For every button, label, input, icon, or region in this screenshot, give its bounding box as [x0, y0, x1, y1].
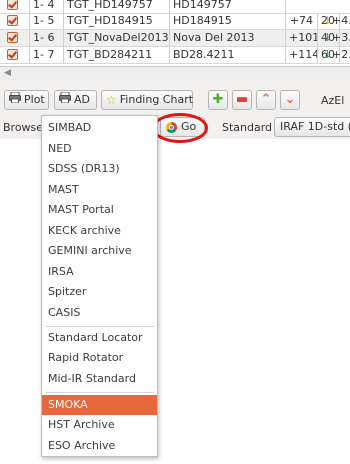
scroll-left-icon[interactable]: ◀: [4, 68, 11, 78]
check-icon: [7, 49, 18, 60]
move-up-button[interactable]: ⌃: [256, 90, 276, 110]
check-icon: [7, 0, 18, 10]
menu-item-keck-archive[interactable]: KECK archive: [42, 221, 157, 241]
standard-label: Standard: [222, 121, 273, 134]
row-number: 1- 5: [30, 13, 64, 29]
highlight-circle: [152, 113, 208, 143]
menu-item-mast-portal[interactable]: MAST Portal: [42, 200, 157, 220]
menu-item-hst-archive[interactable]: HST Archive: [42, 415, 157, 435]
printer-icon: [9, 91, 21, 109]
ad-button[interactable]: AD: [54, 90, 97, 110]
table-row[interactable]: 1- 7 TGT_BD284211 BD28.4211 +114 60 ↓ +2…: [0, 47, 350, 64]
menu-item-mast[interactable]: MAST: [42, 180, 157, 200]
chevron-up-icon: ⌃: [260, 92, 272, 107]
standard-select[interactable]: IRAF 1D-std (sp: [274, 117, 350, 137]
row-checkbox[interactable]: [0, 13, 30, 29]
browse-label: Browse: [3, 121, 44, 134]
menu-item-gemini-archive[interactable]: GEMINI archive: [42, 241, 157, 261]
browse-dropdown-menu: SIMBAD NED SDSS (DR13) MAST MAST Portal …: [41, 115, 158, 457]
menu-item-irsa[interactable]: IRSA: [42, 262, 157, 282]
object-name: HD149757: [170, 0, 286, 13]
target-name: TGT_HD149757: [64, 0, 170, 13]
menu-item-smoka[interactable]: SMOKA: [42, 395, 157, 415]
row-number: 1- 7: [30, 47, 64, 63]
row-checkbox[interactable]: [0, 30, 30, 46]
extra-value: +3.: [332, 31, 350, 44]
down-arrow-icon: ↓: [323, 48, 333, 61]
row-number: 1- 4: [30, 0, 64, 13]
row-number: 1- 6: [30, 30, 64, 46]
object-name: Nova Del 2013: [170, 30, 286, 46]
extra-value: +4.: [332, 14, 350, 27]
row-checkbox[interactable]: [0, 47, 30, 63]
menu-separator: [46, 392, 154, 393]
plot-button[interactable]: Plot: [4, 90, 49, 110]
finding-chart-button[interactable]: ☆ Finding Chart: [101, 90, 193, 110]
target-name: TGT_HD184915: [64, 13, 170, 29]
azel-label: AzEl: [321, 94, 345, 107]
object-name: HD184915: [170, 13, 286, 29]
table-row[interactable]: 1- 4 TGT_HD149757 HD149757: [0, 0, 350, 14]
row-checkbox[interactable]: [0, 0, 30, 13]
object-name: BD28.4211: [170, 47, 286, 63]
menu-item-ned[interactable]: NED: [42, 139, 157, 159]
menu-separator: [46, 326, 154, 327]
check-icon: [7, 15, 18, 26]
table-row[interactable]: 1- 6 TGT_NovaDel2013 Nova Del 2013 +101 …: [0, 30, 350, 47]
menu-item-rapid-rotator[interactable]: Rapid Rotator: [42, 348, 157, 368]
menu-item-mid-ir-standard[interactable]: Mid-IR Standard: [42, 369, 157, 389]
menu-item-spitzer[interactable]: Spitzer: [42, 282, 157, 302]
add-button[interactable]: ✚: [208, 90, 228, 110]
ra-offset: +74: [286, 13, 318, 29]
chevron-down-icon: ⌄: [284, 92, 296, 107]
menu-item-eso-archive[interactable]: ESO Archive: [42, 436, 157, 456]
ra-offset: +101: [286, 30, 318, 46]
down-arrow-icon: ↓: [323, 31, 333, 44]
plus-icon: ✚: [212, 92, 224, 107]
menu-item-casis[interactable]: CASIS: [42, 303, 157, 323]
move-down-button[interactable]: ⌄: [280, 90, 300, 110]
extra-value: +2.: [332, 48, 350, 61]
printer-icon: [59, 91, 71, 109]
horizontal-scrollbar[interactable]: ◀: [0, 66, 350, 82]
table-row[interactable]: 1- 5 TGT_HD184915 HD184915 +74 20 ↓ +4.: [0, 13, 350, 30]
target-name: TGT_BD284211: [64, 47, 170, 63]
target-table: 1- 4 TGT_HD149757 HD149757 1- 5 TGT_HD18…: [0, 0, 350, 66]
menu-item-simbad[interactable]: SIMBAD: [42, 118, 157, 138]
down-arrow-icon: ↓: [323, 14, 333, 27]
target-name: TGT_NovaDel2013: [64, 30, 170, 46]
check-icon: [7, 32, 18, 43]
ra-offset: +114: [286, 47, 318, 63]
menu-item-standard-locator[interactable]: Standard Locator: [42, 328, 157, 348]
minus-icon: ▬: [235, 92, 249, 107]
remove-button[interactable]: ▬: [232, 90, 252, 110]
menu-item-sdss[interactable]: SDSS (DR13): [42, 159, 157, 179]
star-icon: ☆: [106, 93, 117, 107]
